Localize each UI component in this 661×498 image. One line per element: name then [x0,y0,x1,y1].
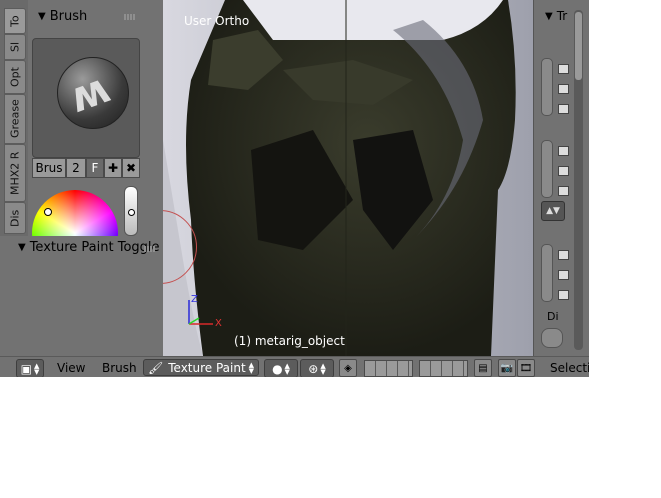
tab-grease-label: Grease [8,99,22,139]
scale-field-group[interactable] [541,244,553,302]
remove-brush-button[interactable]: ✖ [122,158,140,178]
value-slider[interactable] [124,186,138,236]
shading-sphere-icon: ● [272,361,283,376]
brush-name-field[interactable]: Brus [32,158,66,178]
fake-user-toggle[interactable]: F [86,158,104,178]
lock-icon[interactable] [558,290,569,300]
tab-sl[interactable]: Sl [4,34,26,60]
color-picker-handle[interactable] [44,208,52,216]
tab-mhx2-label: MHX2 R [8,151,22,195]
dimensions-field[interactable] [541,328,563,348]
plus-icon: ✚ [107,161,119,175]
brush-stroke-icon: ʍ [62,62,117,123]
axis-z-label: Z [191,294,198,305]
transform-panel-header[interactable]: ▼ Tr [545,9,567,23]
lock-icon[interactable] [558,146,569,156]
lock-icon[interactable] [558,104,569,114]
local-view-icon[interactable]: ▤ [474,359,492,377]
tab-mhx2[interactable]: MHX2 R [4,144,26,202]
brush-panel-title: Brush [49,9,88,24]
brush-preview[interactable]: ʍ [32,38,140,158]
lock-icon[interactable] [558,186,569,196]
mode-selector[interactable]: 🖌 Texture Paint ▲ ▼ [143,359,259,376]
blender-window: To Sl Opt Grease MHX2 R Dis ▼ Brush ʍ Br… [0,0,589,377]
tab-options-label: Opt [8,67,22,87]
pivot-icon: ⊛ [308,361,319,376]
properties-scrollbar[interactable] [574,10,583,350]
lock-icon[interactable] [558,166,569,176]
tab-display[interactable]: Dis [4,202,26,234]
updown-icon: ▲ ▼ [320,361,326,376]
viewport-shading-selector[interactable]: ● ▲ ▼ [264,359,298,377]
lock-icon[interactable] [558,84,569,94]
3d-viewport[interactable]: User Ortho (1) metarig_object Z X [163,0,533,356]
layer-buttons-1[interactable] [364,360,413,377]
viewport-header: ▣ ▲ ▼ View Brush 🖌 Texture Paint ▲ ▼ ● ▲ ▼ ⊛ ▲… [0,356,589,377]
render-camera-icon[interactable]: 📷 [498,359,516,377]
location-field-group[interactable] [541,58,553,116]
fake-user-label: F [91,161,99,175]
brush-sphere-icon: ʍ [57,57,129,129]
tab-options[interactable]: Opt [4,60,26,94]
editor-type-button[interactable]: ▣ ▲ ▼ [16,359,44,377]
pivot-point-selector[interactable]: ⊛ ▲ ▼ [300,359,334,377]
properties-panel: ▼ Tr ▲▼ Di [533,0,589,356]
brush-panel-header[interactable]: ▼ Brush [38,9,87,24]
mode-label: Texture Paint [168,360,246,375]
transform-panel-title: Tr [556,9,568,23]
brush-menu[interactable]: Brush [102,359,137,376]
updown-icon: ▲ ▼ [33,361,40,376]
tab-display-label: Dis [8,209,22,227]
selection-menu[interactable]: Selectio [550,359,589,376]
collapse-triangle-icon: ▼ [18,242,26,253]
dimensions-label: Di [547,310,559,323]
updown-icon: ▲ ▼ [248,360,254,375]
view-name-label: User Ortho [184,14,250,28]
rotation-mode-select[interactable]: ▲▼ [541,201,565,221]
occlude-geometry-icon[interactable]: ◈ [339,359,357,377]
scrollbar-thumb[interactable] [575,12,582,80]
view-menu[interactable]: View [57,359,85,376]
value-slider-knob[interactable] [128,209,135,216]
texture-paint-icon: 🖌 [148,360,164,375]
lock-icon[interactable] [558,250,569,260]
texture-panel-area: ▼ Texture Paint Toggle [0,236,162,356]
render-animation-icon[interactable]: 🎞 [517,359,535,377]
tab-tools[interactable]: To [4,8,26,34]
rotation-field-group[interactable] [541,140,553,198]
lock-icon[interactable] [558,64,569,74]
drag-grip-icon[interactable] [144,246,156,252]
layer-buttons-2[interactable] [419,360,468,377]
updown-icon: ▲ ▼ [284,361,290,376]
add-brush-button[interactable]: ✚ [104,158,122,178]
active-object-label: (1) metarig_object [234,334,345,348]
tab-grease[interactable]: Grease [4,94,26,144]
lock-icon[interactable] [558,270,569,280]
users-count: 2 [72,161,80,175]
brush-name: Brus [35,161,63,175]
collapse-triangle-icon: ▼ [545,10,553,22]
texture-panel-header[interactable]: ▼ Texture Paint Toggle [18,240,160,255]
tab-tools-label: To [8,15,22,27]
cube-icon: ▣ [20,361,32,376]
drag-grip-icon[interactable] [124,14,136,20]
brush-selector-row: Brus 2 F ✚ ✖ [32,158,140,178]
tab-sl-label: Sl [8,41,22,53]
brush-users-count[interactable]: 2 [66,158,86,178]
collapse-triangle-icon: ▼ [38,11,46,22]
axis-x-label: X [215,318,222,329]
texture-panel-title: Texture Paint Toggle [29,240,160,255]
close-icon: ✖ [125,161,137,175]
